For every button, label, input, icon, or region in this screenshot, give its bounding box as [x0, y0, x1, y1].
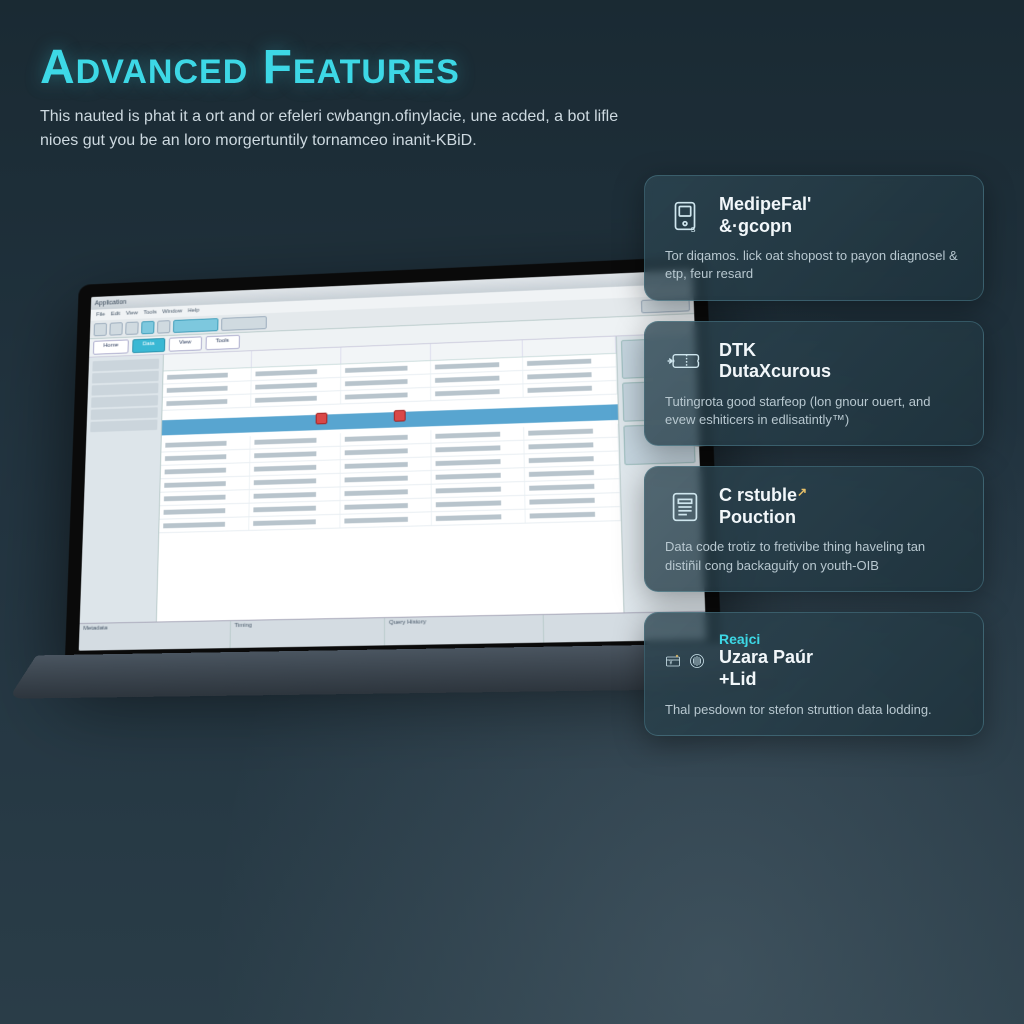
- menu-item[interactable]: Help: [188, 308, 200, 314]
- card-title-b: &·gcopn: [719, 216, 792, 236]
- tab[interactable]: Data: [132, 338, 165, 353]
- card-title-b: DutaXcurous: [719, 361, 831, 381]
- status-cell: Timing: [230, 618, 385, 648]
- error-marker-icon[interactable]: [394, 410, 406, 422]
- card-body: Tutingrota good starfeop (lon gnour ouer…: [665, 393, 963, 429]
- feature-card: ¥ ReajciUzara Paúr+Lid Thal pesdown tor …: [644, 612, 984, 736]
- card-title-a: DTK: [719, 340, 756, 360]
- menu-item[interactable]: View: [126, 311, 138, 317]
- menu-item[interactable]: Edit: [111, 311, 121, 317]
- toolbar-button[interactable]: [109, 322, 122, 335]
- card-pre: Reajci: [719, 631, 813, 648]
- feature-card: ↗C rstublePouction Data code trotiz to f…: [644, 466, 984, 592]
- card-title-a: MedipeFal': [719, 194, 811, 214]
- sidebar-item[interactable]: [90, 420, 157, 433]
- ticket-icon: [665, 341, 705, 381]
- card-title-b: Pouction: [719, 507, 796, 527]
- menu-item[interactable]: File: [96, 312, 105, 318]
- menu-item[interactable]: Tools: [143, 310, 156, 316]
- sidebar-item[interactable]: [92, 359, 159, 372]
- file-icon: [665, 487, 705, 527]
- toolbar-button[interactable]: [125, 321, 138, 334]
- sidebar-item[interactable]: [91, 407, 158, 420]
- toolbar-button[interactable]: [141, 320, 154, 333]
- card-title-b: +Lid: [719, 669, 757, 689]
- card-body: Tor diqamos. lick oat shopost to payon d…: [665, 247, 963, 283]
- menu-item[interactable]: Window: [162, 309, 182, 315]
- card-title-a: Uzara Paúr: [719, 647, 813, 667]
- svg-text:s: s: [691, 224, 696, 235]
- card-body: Data code trotiz to fretivibe thing have…: [665, 538, 963, 574]
- svg-text:¥: ¥: [670, 660, 673, 666]
- feature-card: DTKDutaXcurous Tutingrota good starfeop …: [644, 321, 984, 447]
- toolbar-button[interactable]: [173, 318, 219, 333]
- toolbar-button[interactable]: [157, 320, 170, 333]
- tab[interactable]: Home: [93, 339, 129, 354]
- card-title-a: C rstuble: [719, 485, 797, 505]
- page-title: Advanced Features: [40, 40, 644, 95]
- status-cell: Query History: [385, 615, 544, 645]
- sidebar-item[interactable]: [92, 371, 159, 384]
- left-sidebar: [80, 355, 164, 623]
- toolbar-button[interactable]: [94, 322, 107, 335]
- app-screen: Application File Edit View Tools Window …: [79, 270, 707, 651]
- tab[interactable]: Tools: [205, 335, 239, 350]
- status-cell: Metadata: [79, 621, 231, 651]
- error-marker-icon[interactable]: [316, 413, 328, 425]
- feature-card: s MedipeFal'&·gcopn Tor diqamos. lick oa…: [644, 175, 984, 301]
- data-grid[interactable]: [157, 336, 624, 621]
- corner-arrow-icon: ↗: [797, 485, 807, 499]
- toolbar-button[interactable]: [221, 316, 267, 331]
- laptop-mock: Application File Edit View Tools Window …: [63, 256, 725, 725]
- card-body: Thal pesdown tor stefon struttion data l…: [665, 701, 963, 719]
- dual-icon: ¥: [665, 641, 705, 681]
- tab[interactable]: View: [168, 336, 201, 351]
- sidebar-item[interactable]: [91, 383, 158, 396]
- device-icon: s: [665, 196, 705, 236]
- page-subtitle: This nauted is phat it a ort and or efel…: [40, 105, 620, 153]
- sidebar-item[interactable]: [91, 395, 158, 408]
